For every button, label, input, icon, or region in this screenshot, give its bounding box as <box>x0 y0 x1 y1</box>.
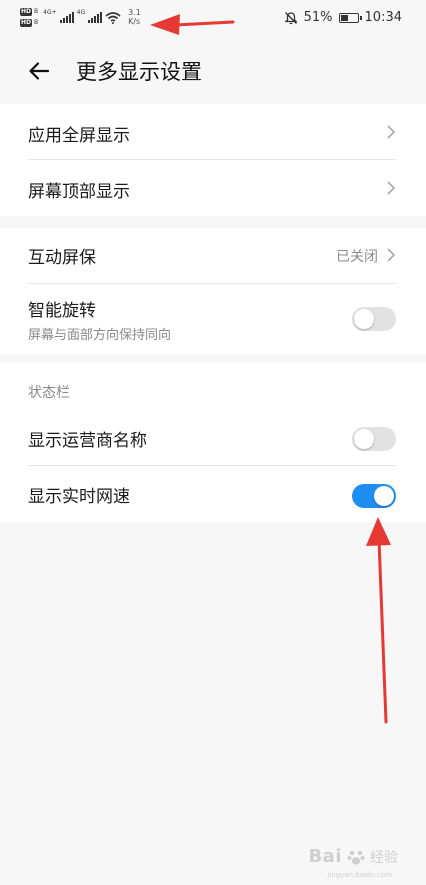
page-title: 更多显示设置 <box>76 60 202 84</box>
wifi-icon <box>105 12 121 24</box>
show-netspeed-toggle[interactable] <box>352 484 396 508</box>
row-interactive-screensaver[interactable]: 互动屏保 已关闭 <box>0 228 426 284</box>
clock: 10:34 <box>364 10 402 25</box>
hd-badge: HD <box>20 8 33 16</box>
signal-icon-2 <box>88 12 103 23</box>
annotation-arrow-toggle <box>366 517 391 724</box>
row-label: 屏幕顶部显示 <box>28 182 130 202</box>
battery-icon <box>338 12 362 23</box>
toggle-knob <box>354 309 374 329</box>
watermark-brand: Bai <box>308 846 342 867</box>
battery-fill <box>340 14 349 21</box>
hd-sub-2: B <box>34 19 39 26</box>
row-label: 应用全屏显示 <box>28 126 130 146</box>
chevron-right-icon <box>387 125 396 139</box>
status-left-group: HD B HD B 4G+ 4G 3.1 K/s <box>20 8 141 27</box>
chevron-right-icon <box>387 248 396 262</box>
hd-indicator-2: HD B <box>20 19 38 27</box>
group-screensaver-rotate: 互动屏保 已关闭 智能旋转 屏幕与面部方向保持同向 <box>0 228 426 354</box>
signal-icon <box>59 12 74 23</box>
row-label: 智能旋转 <box>28 301 96 321</box>
group-status-bar: 状态栏 显示运营商名称 显示实时网速 <box>0 362 426 522</box>
toggle-knob <box>374 486 394 506</box>
back-arrow-icon[interactable] <box>26 58 52 84</box>
hd-badge-2: HD <box>20 19 33 27</box>
net-speed-unit: K/s <box>128 17 141 26</box>
screensaver-status: 已关闭 <box>336 249 378 265</box>
row-label: 互动屏保 <box>28 248 96 268</box>
network-type-2: 4G <box>76 9 86 16</box>
status-right-group: 51% 10:34 <box>284 10 402 25</box>
row-smart-rotate[interactable]: 智能旋转 屏幕与面部方向保持同向 <box>0 284 426 354</box>
hd-sub: B <box>34 8 39 15</box>
paw-icon <box>347 850 365 865</box>
mute-icon <box>284 11 298 24</box>
row-sublabel: 屏幕与面部方向保持同向 <box>28 328 172 343</box>
row-fullscreen-apps[interactable]: 应用全屏显示 <box>0 104 426 160</box>
battery-percent: 51% <box>303 10 333 25</box>
hd-indicator-stack: HD B HD B <box>20 8 38 27</box>
hd-indicator: HD B <box>20 8 38 16</box>
watermark-sub: 经验 <box>370 849 398 866</box>
section-header-status-bar: 状态栏 <box>28 385 70 401</box>
row-label: 显示实时网速 <box>28 487 130 507</box>
toggle-knob <box>354 429 374 449</box>
watermark: Bai 经验 <box>308 846 398 867</box>
smart-rotate-toggle[interactable] <box>352 307 396 331</box>
status-bar: HD B HD B 4G+ 4G 3.1 K/s 51% 10:34 <box>0 0 426 40</box>
row-show-netspeed[interactable]: 显示实时网速 <box>0 466 426 522</box>
row-show-carrier[interactable]: 显示运营商名称 <box>0 410 426 466</box>
chevron-right-icon <box>387 181 396 195</box>
row-label: 显示运营商名称 <box>28 431 147 451</box>
net-speed-indicator: 3.1 K/s <box>128 8 141 26</box>
watermark-url: jingyan.baidu.com <box>327 871 392 879</box>
group-display-options: 应用全屏显示 屏幕顶部显示 <box>0 104 426 216</box>
row-top-display[interactable]: 屏幕顶部显示 <box>0 160 426 216</box>
title-bar: 更多显示设置 <box>0 48 426 94</box>
net-speed-value: 3.1 <box>128 8 141 17</box>
network-type-1: 4G+ <box>43 9 57 16</box>
show-carrier-toggle[interactable] <box>352 427 396 451</box>
